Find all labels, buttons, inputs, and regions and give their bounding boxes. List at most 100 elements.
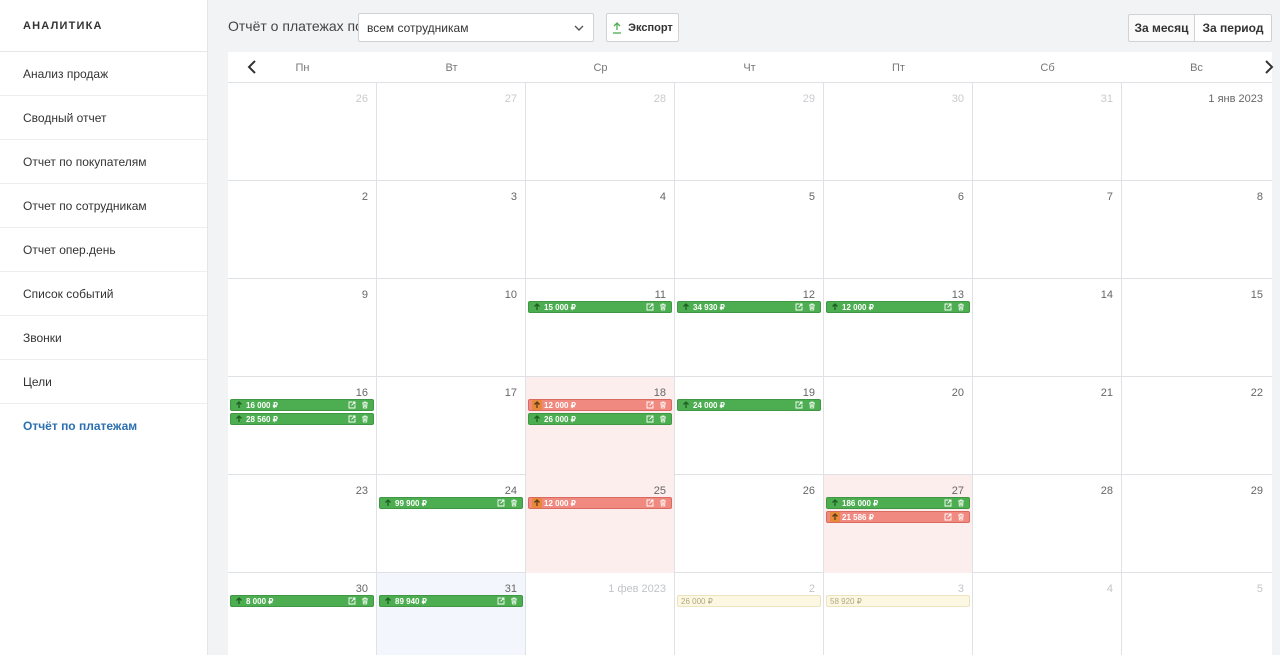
- income-payment[interactable]: 186 000 ₽: [826, 497, 970, 509]
- open-external-icon[interactable]: [944, 303, 952, 311]
- calendar-day[interactable]: 20: [824, 377, 973, 475]
- calendar-day[interactable]: 18 12 000 ₽ 26 000 ₽: [526, 377, 675, 475]
- open-external-icon[interactable]: [348, 597, 356, 605]
- calendar-day[interactable]: 29: [1122, 475, 1271, 573]
- income-payment[interactable]: 28 560 ₽: [230, 413, 374, 425]
- sidebar-item-customers-report[interactable]: Отчет по покупателям: [0, 140, 207, 184]
- calendar-day[interactable]: 5: [675, 181, 824, 279]
- calendar-day[interactable]: 31: [973, 83, 1122, 181]
- sidebar-item-events-list[interactable]: Список событий: [0, 272, 207, 316]
- calendar-day[interactable]: 4: [973, 573, 1122, 655]
- open-external-icon[interactable]: [795, 303, 803, 311]
- open-external-icon[interactable]: [497, 499, 505, 507]
- sidebar-item-payments-report[interactable]: Отчёт по платежам: [0, 404, 207, 448]
- calendar-day[interactable]: 30: [824, 83, 973, 181]
- calendar-day[interactable]: 23: [228, 475, 377, 573]
- sidebar-item-calls[interactable]: Звонки: [0, 316, 207, 360]
- open-external-icon[interactable]: [944, 513, 952, 521]
- export-button[interactable]: Экспорт: [606, 13, 679, 42]
- trash-icon[interactable]: [808, 401, 816, 409]
- trash-icon[interactable]: [510, 597, 518, 605]
- calendar-day[interactable]: 31 89 940 ₽: [377, 573, 526, 655]
- open-external-icon[interactable]: [944, 499, 952, 507]
- trash-icon[interactable]: [659, 499, 667, 507]
- open-external-icon[interactable]: [348, 415, 356, 423]
- trash-icon[interactable]: [808, 303, 816, 311]
- trash-icon[interactable]: [510, 499, 518, 507]
- sidebar-item-operday-report[interactable]: Отчет опер.день: [0, 228, 207, 272]
- trash-icon[interactable]: [957, 499, 965, 507]
- calendar-day[interactable]: 26: [675, 475, 824, 573]
- sidebar-item-summary-report[interactable]: Сводный отчет: [0, 96, 207, 140]
- calendar-day[interactable]: 26: [228, 83, 377, 181]
- open-external-icon[interactable]: [348, 401, 356, 409]
- calendar-day[interactable]: 30 8 000 ₽: [228, 573, 377, 655]
- open-external-icon[interactable]: [646, 303, 654, 311]
- calendar-day[interactable]: 19 24 000 ₽: [675, 377, 824, 475]
- calendar-day[interactable]: 28: [526, 83, 675, 181]
- open-external-icon[interactable]: [646, 415, 654, 423]
- calendar-day[interactable]: 27 186 000 ₽ 21 586 ₽: [824, 475, 973, 573]
- income-payment[interactable]: 24 000 ₽: [677, 399, 821, 411]
- month-view-button[interactable]: За месяц: [1128, 14, 1195, 42]
- open-external-icon[interactable]: [497, 597, 505, 605]
- calendar-day[interactable]: 28: [973, 475, 1122, 573]
- calendar-day[interactable]: 10: [377, 279, 526, 377]
- sidebar-item-sales-analysis[interactable]: Анализ продаж: [0, 52, 207, 96]
- open-external-icon[interactable]: [646, 499, 654, 507]
- calendar-day[interactable]: 11 15 000 ₽: [526, 279, 675, 377]
- planned-payment[interactable]: 26 000 ₽: [677, 595, 821, 607]
- period-view-button[interactable]: За период: [1195, 14, 1272, 42]
- expense-payment[interactable]: 12 000 ₽: [528, 497, 672, 509]
- calendar-day[interactable]: 5: [1122, 573, 1271, 655]
- trash-icon[interactable]: [659, 415, 667, 423]
- calendar-day[interactable]: 4: [526, 181, 675, 279]
- expense-payment[interactable]: 12 000 ₽: [528, 399, 672, 411]
- calendar-day[interactable]: 2: [228, 181, 377, 279]
- calendar-day[interactable]: 24 99 900 ₽: [377, 475, 526, 573]
- trash-icon[interactable]: [957, 303, 965, 311]
- calendar-day[interactable]: 29: [675, 83, 824, 181]
- chevron-right-icon[interactable]: [1260, 58, 1278, 76]
- calendar-day[interactable]: 6: [824, 181, 973, 279]
- sidebar-item-goals[interactable]: Цели: [0, 360, 207, 404]
- calendar-day[interactable]: 16 16 000 ₽ 28 560 ₽: [228, 377, 377, 475]
- calendar-day[interactable]: 27: [377, 83, 526, 181]
- calendar-day[interactable]: 25 12 000 ₽: [526, 475, 675, 573]
- planned-payment[interactable]: 58 920 ₽: [826, 595, 970, 607]
- calendar-day[interactable]: 1 янв 2023: [1122, 83, 1271, 181]
- income-payment[interactable]: 89 940 ₽: [379, 595, 523, 607]
- open-external-icon[interactable]: [646, 401, 654, 409]
- income-payment[interactable]: 15 000 ₽: [528, 301, 672, 313]
- trash-icon[interactable]: [361, 597, 369, 605]
- income-payment[interactable]: 16 000 ₽: [230, 399, 374, 411]
- employee-select[interactable]: всем сотрудникам: [358, 13, 594, 42]
- calendar-day[interactable]: 21: [973, 377, 1122, 475]
- trash-icon[interactable]: [361, 401, 369, 409]
- calendar-day[interactable]: 1 фев 2023: [526, 573, 675, 655]
- trash-icon[interactable]: [659, 401, 667, 409]
- income-payment[interactable]: 26 000 ₽: [528, 413, 672, 425]
- calendar-day[interactable]: 3: [377, 181, 526, 279]
- trash-icon[interactable]: [659, 303, 667, 311]
- income-payment[interactable]: 99 900 ₽: [379, 497, 523, 509]
- trash-icon[interactable]: [361, 415, 369, 423]
- trash-icon[interactable]: [957, 513, 965, 521]
- income-payment[interactable]: 34 930 ₽: [677, 301, 821, 313]
- calendar-day[interactable]: 9: [228, 279, 377, 377]
- income-payment[interactable]: 12 000 ₽: [826, 301, 970, 313]
- calendar-day[interactable]: 17: [377, 377, 526, 475]
- calendar-day[interactable]: 13 12 000 ₽: [824, 279, 973, 377]
- calendar-day[interactable]: 15: [1122, 279, 1271, 377]
- calendar-day[interactable]: 22: [1122, 377, 1271, 475]
- income-payment[interactable]: 8 000 ₽: [230, 595, 374, 607]
- calendar-day[interactable]: 2 26 000 ₽: [675, 573, 824, 655]
- calendar-day[interactable]: 8: [1122, 181, 1271, 279]
- open-external-icon[interactable]: [795, 401, 803, 409]
- sidebar-item-employees-report[interactable]: Отчет по сотрудникам: [0, 184, 207, 228]
- calendar-day[interactable]: 7: [973, 181, 1122, 279]
- calendar-day[interactable]: 12 34 930 ₽: [675, 279, 824, 377]
- calendar-day[interactable]: 14: [973, 279, 1122, 377]
- calendar-day[interactable]: 3 58 920 ₽: [824, 573, 973, 655]
- expense-payment[interactable]: 21 586 ₽: [826, 511, 970, 523]
